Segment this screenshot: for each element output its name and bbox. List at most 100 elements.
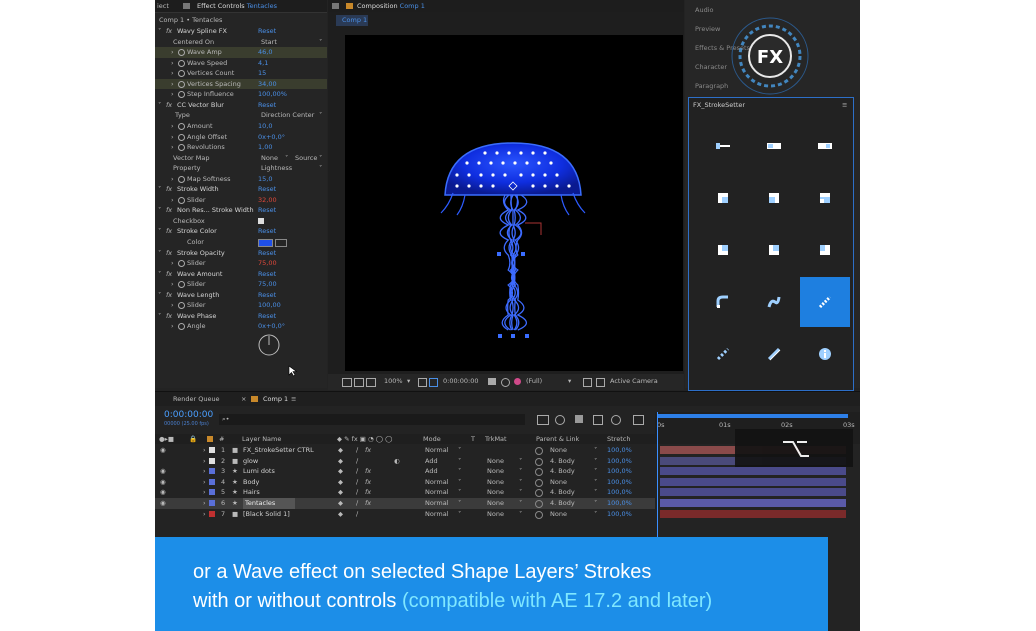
join-miter-button[interactable] [698,173,748,223]
layer-mode[interactable]: Normal [425,445,449,456]
param-value[interactable]: Reset [258,100,276,111]
monitor-icon[interactable] [342,378,352,387]
shy-icon[interactable] [555,415,565,425]
layer-mode[interactable]: Add [425,466,438,477]
layer-row[interactable]: ◉ › 6 ★ Tentacles ◆ ∕ fx Normal ˅ None ˅ 4. Body ˅ 100… [155,498,655,509]
stopwatch-icon[interactable] [178,91,185,99]
chevron-right-icon[interactable]: › [203,445,206,456]
camera-icon[interactable] [488,378,496,385]
timecode-display[interactable]: 0:00:00:00 [443,376,479,387]
eye-icon[interactable]: ◉ [160,466,166,477]
effect-param-row[interactable]: › Step Influence 100,00% [155,89,327,100]
param-value[interactable]: Reset [258,205,276,216]
layer-duration-bar[interactable] [660,477,846,486]
effect-param-row[interactable]: › Map Softness 15,0 [155,174,327,185]
resolution-select[interactable]: (Full) [526,376,542,387]
param-value[interactable]: 75,00 [258,258,277,269]
chevron-down-icon[interactable]: ˅ [158,26,161,37]
col-mode[interactable]: Mode [423,434,441,445]
layer-parent[interactable]: 4. Body [550,487,575,498]
fx-switch-icon[interactable]: fx [365,487,371,498]
effect-header[interactable]: ˅ fx Stroke Opacity Reset [155,248,327,259]
cap-butt-button[interactable] [698,277,748,327]
quality-switch-icon[interactable]: ∕ [356,456,358,467]
chevron-right-icon[interactable]: › [171,68,174,79]
stopwatch-icon[interactable] [178,196,185,204]
layer-row[interactable]: › 2 ■ glow ◆ ∕ ◐ Add ˅ None ˅ 4. Body ˅ 100,0% [155,456,655,467]
layer-mode[interactable]: Normal [425,477,449,488]
effect-param-row[interactable]: Centered On Start ˅ [155,37,327,48]
effect-param-row[interactable]: › Slider 100,00 [155,300,327,311]
close-icon[interactable]: × [241,394,246,405]
comp-subtab[interactable]: Comp 1 [336,15,368,26]
motion-blur-icon[interactable] [593,415,603,425]
effect-param-row[interactable]: Property Lightness ˅ [155,163,327,174]
pickwhip-icon[interactable] [535,447,543,455]
layer-parent[interactable]: None [550,445,567,456]
chevron-right-icon[interactable]: › [203,487,206,498]
layer-duration-bar[interactable] [660,467,846,476]
layer-stretch[interactable]: 100,0% [607,445,632,456]
roi-icon[interactable] [583,378,592,387]
layer-stretch[interactable]: 100,0% [607,487,632,498]
chevron-down-icon[interactable]: ˅ [158,205,161,216]
layer-parent[interactable]: 4. Body [550,466,575,477]
pickwhip-icon[interactable] [535,468,543,477]
label-color[interactable] [209,489,215,496]
stopwatch-icon[interactable] [178,133,185,141]
line-button[interactable] [749,329,799,379]
chevron-down-icon[interactable]: ˅ [319,163,322,174]
effect-param-row[interactable]: › Slider 75,00 [155,258,327,269]
param-value[interactable]: 0x+0,0° [258,132,285,143]
chevron-right-icon[interactable]: › [203,509,206,520]
menu-icon[interactable]: ≡ [291,394,296,405]
stopwatch-icon[interactable] [178,175,185,183]
layer-name[interactable]: FX_StrokeSetter CTRL [243,445,314,456]
channel-icon[interactable] [501,378,510,387]
transparency-icon[interactable] [366,378,376,387]
fit-icon[interactable] [418,378,427,387]
corner-1-button[interactable] [698,225,748,275]
layer-mode[interactable]: Normal [425,498,449,509]
panel-menu-icon[interactable]: ≡ [842,100,847,111]
chevron-down-icon[interactable]: ˅ [519,487,522,498]
chevron-down-icon[interactable]: ˅ [519,509,522,520]
chevron-right-icon[interactable]: › [171,300,174,311]
param-value[interactable]: Reset [258,290,276,301]
comp-viewer[interactable] [345,35,683,371]
effect-param-row[interactable]: › Angle Offset 0x+0,0° [155,132,327,143]
fx-switch-icon[interactable]: fx [365,466,371,477]
layer-name[interactable]: [Black Solid 1] [243,509,290,520]
layer-stretch[interactable]: 100,0% [607,466,632,477]
effect-param-row[interactable]: Color [155,237,327,248]
color-swatch[interactable] [258,239,273,247]
frame-blend-icon[interactable] [575,415,583,423]
region-icon[interactable] [354,378,364,387]
color-icon[interactable] [514,378,521,385]
stopwatch-icon[interactable] [178,70,185,78]
effect-header[interactable]: ˅ fx Stroke Color Reset [155,226,327,237]
effect-header[interactable]: ˅ fx Stroke Width Reset [155,184,327,195]
effect-param-row[interactable]: › Vertices Count 15 [155,68,327,79]
zoom-level[interactable]: 100% [384,376,403,387]
eye-icon[interactable]: ◉ [160,477,166,488]
chevron-down-icon[interactable]: ˅ [158,100,161,111]
layer-trkmat[interactable]: None [487,487,504,498]
fx-switch-icon[interactable]: fx [365,498,371,509]
corner-3-button[interactable] [800,225,850,275]
param-value-2[interactable]: Source [295,153,317,164]
param-value[interactable]: 0x+0,0° [258,321,285,332]
stopwatch-icon[interactable] [178,323,185,331]
chevron-down-icon[interactable]: ˅ [519,466,522,477]
layer-row[interactable]: › 7 ■ [Black Solid 1] ◆ ∕ Normal ˅ None ˅ None ˅ 100… [155,509,655,520]
stopwatch-icon[interactable] [178,59,185,67]
collapse-switch-icon[interactable]: ◆ [338,487,343,498]
stopwatch-icon[interactable] [178,122,185,130]
col-layer-name[interactable]: Layer Name [242,434,281,445]
stroke-align-center-button[interactable] [749,121,799,171]
search-input[interactable]: ⌕• [219,414,525,425]
dots-button[interactable] [698,329,748,379]
label-color[interactable] [209,510,215,517]
collapse-switch-icon[interactable]: ◆ [338,445,343,456]
layer-parent[interactable]: None [550,477,567,488]
